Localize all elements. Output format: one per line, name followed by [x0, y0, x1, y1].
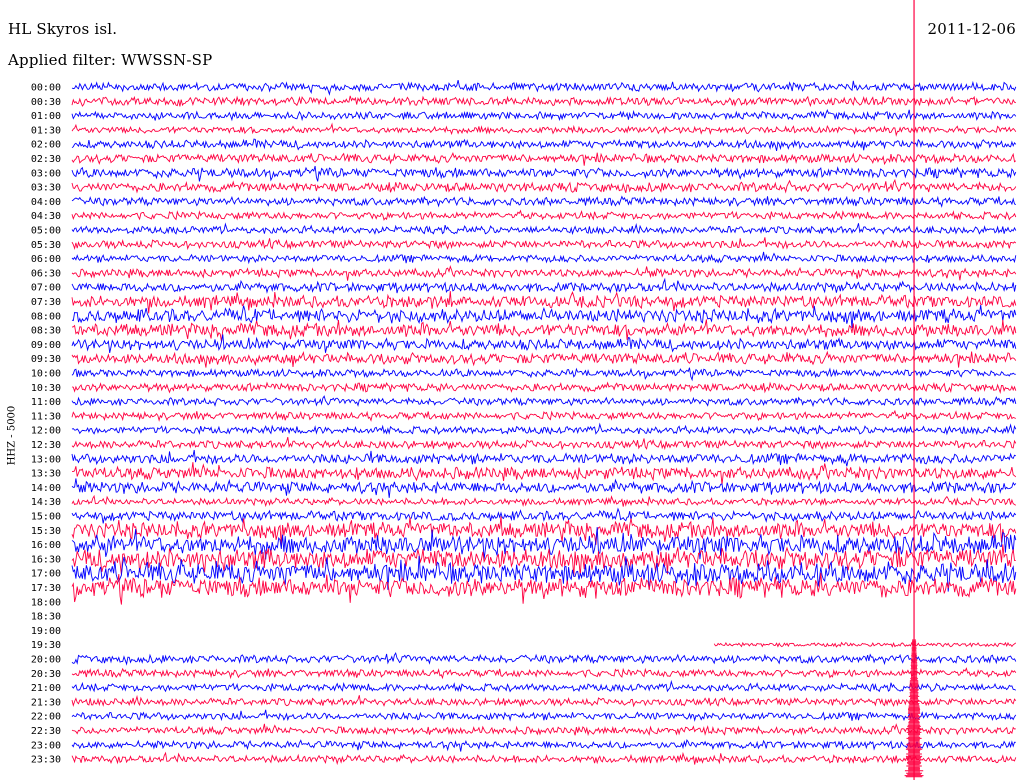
row-time-label: 18:30 [31, 612, 61, 623]
trace-row-2200 [71, 709, 1017, 722]
trace-row-0430 [71, 209, 1017, 221]
row-time-label: 12:00 [31, 426, 61, 437]
row-time-label: 21:00 [31, 683, 61, 694]
trace-row-0730 [71, 291, 1017, 314]
trace-row-0930 [71, 350, 1017, 368]
trace-row-2330 [71, 751, 1017, 766]
row-time-label: 09:30 [31, 354, 61, 365]
row-time-label: 12:30 [31, 440, 61, 451]
row-time-label: 17:30 [31, 583, 61, 594]
row-time-label: 15:00 [31, 512, 61, 523]
row-time-label: 09:00 [31, 340, 61, 351]
row-time-label: 21:30 [31, 697, 61, 708]
trace-row-1500 [71, 507, 1017, 524]
row-time-label: 08:30 [31, 326, 61, 337]
row-time-label: 23:30 [31, 755, 61, 766]
row-time-label: 14:30 [31, 497, 61, 508]
trace-row-0400 [71, 195, 1017, 208]
row-time-label: 01:30 [31, 125, 61, 136]
row-time-label: 02:00 [31, 140, 61, 151]
trace-row-0700 [71, 277, 1017, 294]
row-time-label: 17:00 [31, 569, 61, 580]
trace-row-0600 [71, 251, 1017, 265]
row-time-label: 01:00 [31, 111, 61, 122]
helicorder-plot: 00:00 00:30 01:00 01:30 02:00 02:30 03:00 03:30… [31, 0, 1017, 780]
row-time-label: 06:30 [31, 268, 61, 279]
row-time-label: 14:00 [31, 483, 61, 494]
trace-row-1400 [71, 478, 1017, 498]
trace-row-2230 [71, 723, 1016, 737]
row-time-label: 13:00 [31, 454, 61, 465]
row-time-label: 11:30 [31, 411, 61, 422]
trace-row-0100 [71, 109, 1017, 122]
trace-row-0900 [71, 334, 1017, 353]
trace-row-0800 [71, 305, 1017, 329]
trace-row-0000 [71, 79, 1017, 96]
row-time-label: 05:30 [31, 240, 61, 251]
trace-row-1600 [71, 527, 1017, 560]
trace-row-1430 [71, 494, 1017, 508]
row-time-label: 05:00 [31, 226, 61, 237]
row-time-label: 00:00 [31, 83, 61, 94]
trace-row-0500 [71, 222, 1017, 236]
row-time-label: 16:30 [31, 554, 61, 565]
row-time-label: 20:30 [31, 669, 61, 680]
row-time-label: 03:30 [31, 183, 61, 194]
trace-row-2130 [71, 694, 1017, 708]
row-time-label: 22:30 [31, 726, 61, 737]
row-time-label: 19:00 [31, 626, 61, 637]
helicorder-figure: HL Skyros isl. 2011-12-06 Applied filter… [0, 0, 1024, 780]
trace-row-1930 [713, 641, 1017, 648]
row-time-label: 13:30 [31, 469, 61, 480]
trace-row-0330 [71, 178, 1017, 194]
row-time-label: 04:30 [31, 211, 61, 222]
trace-row-2000 [71, 651, 1017, 666]
trace-row-1230 [71, 436, 1017, 451]
trace-row-0200 [71, 138, 1017, 152]
trace-row-1000 [71, 367, 1016, 382]
trace-row-0030 [71, 95, 1016, 108]
row-time-label: 04:00 [31, 197, 61, 208]
trace-row-0230 [71, 151, 1017, 166]
row-time-label: 06:00 [31, 254, 61, 265]
trace-row-0530 [71, 237, 1017, 251]
row-time-label: 07:30 [31, 297, 61, 308]
trace-row-1730 [71, 572, 1017, 605]
row-time-label: 02:30 [31, 154, 61, 165]
row-time-label: 22:00 [31, 712, 61, 723]
row-time-label: 00:30 [31, 97, 61, 108]
trace-row-2300 [71, 739, 1016, 752]
trace-row-0630 [71, 264, 1017, 281]
row-time-label: 20:00 [31, 655, 61, 666]
trace-row-1130 [71, 409, 1016, 422]
row-time-label: 10:00 [31, 369, 61, 380]
row-time-label: 18:00 [31, 597, 61, 608]
row-time-label: 23:00 [31, 740, 61, 751]
trace-row-2030 [71, 667, 1017, 680]
row-time-label: 16:00 [31, 540, 61, 551]
row-time-label: 15:30 [31, 526, 61, 537]
trace-row-0130 [71, 122, 1017, 137]
row-time-label: 10:30 [31, 383, 61, 394]
row-time-label: 19:30 [31, 640, 61, 651]
row-time-label: 11:00 [31, 397, 61, 408]
row-time-label: 08:00 [31, 311, 61, 322]
trace-row-1300 [71, 449, 1017, 467]
trace-row-1330 [72, 462, 1017, 485]
row-time-label: 03:00 [31, 168, 61, 179]
trace-row-0830 [71, 319, 1017, 342]
trace-row-2100 [71, 679, 1017, 693]
trace-row-1100 [71, 395, 1017, 408]
trace-row-1200 [71, 422, 1017, 436]
row-time-label: 07:00 [31, 283, 61, 294]
trace-row-0300 [71, 165, 1017, 182]
trace-row-1030 [71, 381, 1017, 395]
